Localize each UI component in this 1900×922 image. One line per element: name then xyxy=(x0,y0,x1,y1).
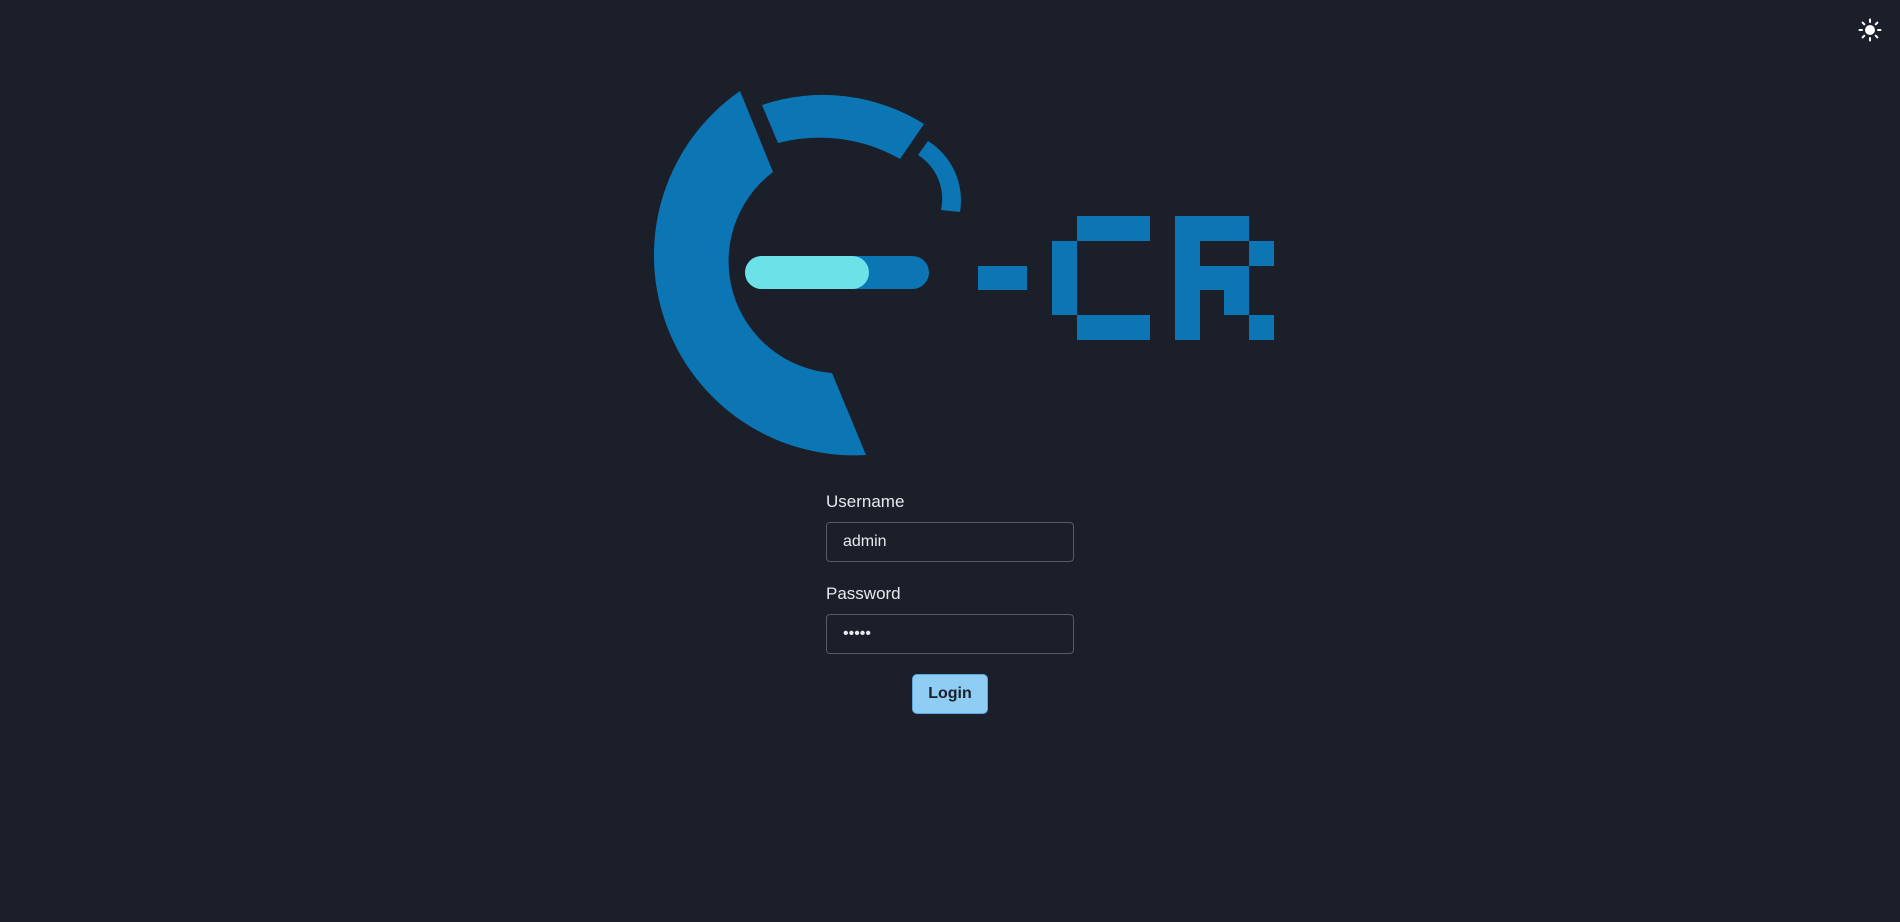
login-page: Username Password Login xyxy=(0,0,1900,922)
login-button[interactable]: Login xyxy=(912,674,988,714)
username-group: Username xyxy=(826,490,1074,562)
password-group: Password xyxy=(826,582,1074,654)
logo-arc-top xyxy=(762,94,924,159)
logo-dash xyxy=(978,266,1027,290)
e-cr-logo xyxy=(653,91,1274,456)
username-label: Username xyxy=(826,492,905,511)
logo-letter-r xyxy=(1175,216,1274,340)
theme-toggle-button[interactable] xyxy=(1856,16,1884,44)
logo-bar-fill xyxy=(745,256,869,289)
sun-icon xyxy=(1858,18,1882,42)
logo-arc-small xyxy=(918,141,961,212)
login-form: Username Password Login xyxy=(826,490,1074,714)
password-label: Password xyxy=(826,584,901,603)
username-input[interactable] xyxy=(826,522,1074,562)
password-input[interactable] xyxy=(826,614,1074,654)
logo-letter-c xyxy=(1052,216,1150,340)
